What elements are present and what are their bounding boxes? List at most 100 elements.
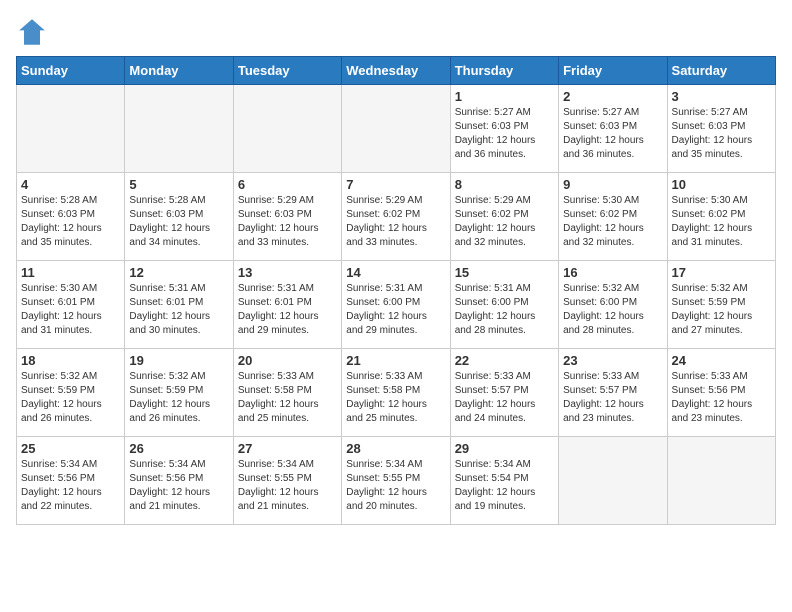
weekday-header: Monday (125, 57, 233, 85)
calendar-cell: 16 Sunrise: 5:32 AM Sunset: 6:00 PM Dayli… (559, 261, 667, 349)
calendar-week-row: 25 Sunrise: 5:34 AM Sunset: 5:56 PM Dayli… (17, 437, 776, 525)
calendar-cell: 25Sunrise: 5:34 AM Sunset: 5:56 PM Dayli… (17, 437, 125, 525)
day-info: Sunrise: 5:28 AM Sunset: 6:03 PM Dayligh… (21, 194, 120, 250)
calendar-cell: 21 Sunrise: 5:33 AM Sunset: 5:58 PM Dayli… (342, 349, 450, 437)
day-number: 14 (346, 265, 445, 280)
calendar-cell: 14 Sunrise: 5:31 AM Sunset: 6:00 PM Dayli… (342, 261, 450, 349)
day-number: 24 (672, 353, 771, 368)
logo-icon (16, 16, 48, 48)
calendar-cell (233, 85, 341, 173)
calendar-cell: 10Sunrise: 5:30 AM Sunset: 6:02 PM Dayli… (667, 173, 775, 261)
calendar-cell: 24 Sunrise: 5:33 AM Sunset: 5:56 PM Dayli… (667, 349, 775, 437)
calendar-header-row: SundayMondayTuesdayWednesdayThursdayFrid… (17, 57, 776, 85)
calendar-cell (667, 437, 775, 525)
calendar-cell: 18Sunrise: 5:32 AM Sunset: 5:59 PM Dayli… (17, 349, 125, 437)
day-number: 21 (346, 353, 445, 368)
calendar-cell: 27Sunrise: 5:34 AM Sunset: 5:55 PM Dayli… (233, 437, 341, 525)
calendar-cell: 1 Sunrise: 5:27 AM Sunset: 6:03 PM Daylig… (450, 85, 558, 173)
day-info: Sunrise: 5:32 AM Sunset: 6:00 PM Dayligh… (563, 282, 662, 338)
day-number: 1 (455, 89, 554, 104)
day-info: Sunrise: 5:31 AM Sunset: 6:00 PM Dayligh… (455, 282, 554, 338)
day-number: 11 (21, 265, 120, 280)
calendar-cell: 23 Sunrise: 5:33 AM Sunset: 5:57 PM Dayli… (559, 349, 667, 437)
weekday-header: Friday (559, 57, 667, 85)
weekday-header: Thursday (450, 57, 558, 85)
day-info: Sunrise: 5:31 AM Sunset: 6:00 PM Dayligh… (346, 282, 445, 338)
calendar: SundayMondayTuesdayWednesdayThursdayFrid… (16, 56, 776, 525)
calendar-cell: 4 Sunrise: 5:28 AM Sunset: 6:03 PM Daylig… (17, 173, 125, 261)
calendar-cell: 5 Sunrise: 5:28 AM Sunset: 6:03 PM Daylig… (125, 173, 233, 261)
day-info: Sunrise: 5:33 AM Sunset: 5:57 PM Dayligh… (455, 370, 554, 426)
day-info: Sunrise: 5:34 AM Sunset: 5:55 PM Dayligh… (238, 458, 337, 514)
calendar-week-row: 4 Sunrise: 5:28 AM Sunset: 6:03 PM Daylig… (17, 173, 776, 261)
day-info: Sunrise: 5:28 AM Sunset: 6:03 PM Dayligh… (129, 194, 228, 250)
day-info: Sunrise: 5:30 AM Sunset: 6:02 PM Dayligh… (563, 194, 662, 250)
day-info: Sunrise: 5:33 AM Sunset: 5:56 PM Dayligh… (672, 370, 771, 426)
day-number: 25 (21, 441, 120, 456)
weekday-header: Wednesday (342, 57, 450, 85)
day-number: 2 (563, 89, 662, 104)
calendar-cell (17, 85, 125, 173)
calendar-cell: 2 Sunrise: 5:27 AM Sunset: 6:03 PM Daylig… (559, 85, 667, 173)
day-info: Sunrise: 5:33 AM Sunset: 5:58 PM Dayligh… (238, 370, 337, 426)
day-number: 7 (346, 177, 445, 192)
day-info: Sunrise: 5:29 AM Sunset: 6:02 PM Dayligh… (455, 194, 554, 250)
day-info: Sunrise: 5:27 AM Sunset: 6:03 PM Dayligh… (455, 106, 554, 162)
day-info: Sunrise: 5:29 AM Sunset: 6:02 PM Dayligh… (346, 194, 445, 250)
day-number: 17 (672, 265, 771, 280)
calendar-cell: 17Sunrise: 5:32 AM Sunset: 5:59 PM Dayli… (667, 261, 775, 349)
calendar-cell: 6 Sunrise: 5:29 AM Sunset: 6:03 PM Daylig… (233, 173, 341, 261)
day-number: 4 (21, 177, 120, 192)
day-number: 28 (346, 441, 445, 456)
calendar-cell: 20 Sunrise: 5:33 AM Sunset: 5:58 PM Dayli… (233, 349, 341, 437)
calendar-cell: 11 Sunrise: 5:30 AM Sunset: 6:01 PM Dayli… (17, 261, 125, 349)
calendar-cell: 3 Sunrise: 5:27 AM Sunset: 6:03 PM Daylig… (667, 85, 775, 173)
calendar-week-row: 1 Sunrise: 5:27 AM Sunset: 6:03 PM Daylig… (17, 85, 776, 173)
calendar-cell: 26Sunrise: 5:34 AM Sunset: 5:56 PM Dayli… (125, 437, 233, 525)
day-info: Sunrise: 5:27 AM Sunset: 6:03 PM Dayligh… (563, 106, 662, 162)
day-number: 10 (672, 177, 771, 192)
day-info: Sunrise: 5:30 AM Sunset: 6:01 PM Dayligh… (21, 282, 120, 338)
calendar-cell: 19 Sunrise: 5:32 AM Sunset: 5:59 PM Dayli… (125, 349, 233, 437)
day-number: 3 (672, 89, 771, 104)
day-info: Sunrise: 5:33 AM Sunset: 5:58 PM Dayligh… (346, 370, 445, 426)
calendar-cell: 29Sunrise: 5:34 AM Sunset: 5:54 PM Dayli… (450, 437, 558, 525)
day-info: Sunrise: 5:31 AM Sunset: 6:01 PM Dayligh… (238, 282, 337, 338)
day-number: 16 (563, 265, 662, 280)
calendar-cell: 7 Sunrise: 5:29 AM Sunset: 6:02 PM Daylig… (342, 173, 450, 261)
calendar-week-row: 11 Sunrise: 5:30 AM Sunset: 6:01 PM Dayli… (17, 261, 776, 349)
calendar-cell: 28Sunrise: 5:34 AM Sunset: 5:55 PM Dayli… (342, 437, 450, 525)
day-number: 22 (455, 353, 554, 368)
weekday-header: Saturday (667, 57, 775, 85)
day-info: Sunrise: 5:33 AM Sunset: 5:57 PM Dayligh… (563, 370, 662, 426)
day-number: 20 (238, 353, 337, 368)
day-number: 6 (238, 177, 337, 192)
weekday-header: Sunday (17, 57, 125, 85)
day-number: 13 (238, 265, 337, 280)
calendar-week-row: 18 Sunrise: 5:32 AM Sunset: 5:59 PM Dayli… (17, 349, 776, 437)
calendar-cell (125, 85, 233, 173)
day-number: 12 (129, 265, 228, 280)
day-number: 18 (21, 353, 120, 368)
day-info: Sunrise: 5:27 AM Sunset: 6:03 PM Dayligh… (672, 106, 771, 162)
day-number: 9 (563, 177, 662, 192)
calendar-cell (342, 85, 450, 173)
day-info: Sunrise: 5:29 AM Sunset: 6:03 PM Dayligh… (238, 194, 337, 250)
calendar-cell: 8 Sunrise: 5:29 AM Sunset: 6:02 PM Daylig… (450, 173, 558, 261)
day-number: 5 (129, 177, 228, 192)
day-info: Sunrise: 5:34 AM Sunset: 5:56 PM Dayligh… (129, 458, 228, 514)
day-info: Sunrise: 5:32 AM Sunset: 5:59 PM Dayligh… (129, 370, 228, 426)
day-number: 8 (455, 177, 554, 192)
day-info: Sunrise: 5:31 AM Sunset: 6:01 PM Dayligh… (129, 282, 228, 338)
logo (16, 16, 52, 48)
day-number: 15 (455, 265, 554, 280)
calendar-cell (559, 437, 667, 525)
day-number: 19 (129, 353, 228, 368)
day-number: 23 (563, 353, 662, 368)
calendar-cell: 9 Sunrise: 5:30 AM Sunset: 6:02 PM Daylig… (559, 173, 667, 261)
calendar-cell: 12 Sunrise: 5:31 AM Sunset: 6:01 PM Dayli… (125, 261, 233, 349)
calendar-cell: 13 Sunrise: 5:31 AM Sunset: 6:01 PM Dayli… (233, 261, 341, 349)
calendar-cell: 22 Sunrise: 5:33 AM Sunset: 5:57 PM Dayli… (450, 349, 558, 437)
day-number: 29 (455, 441, 554, 456)
weekday-header: Tuesday (233, 57, 341, 85)
